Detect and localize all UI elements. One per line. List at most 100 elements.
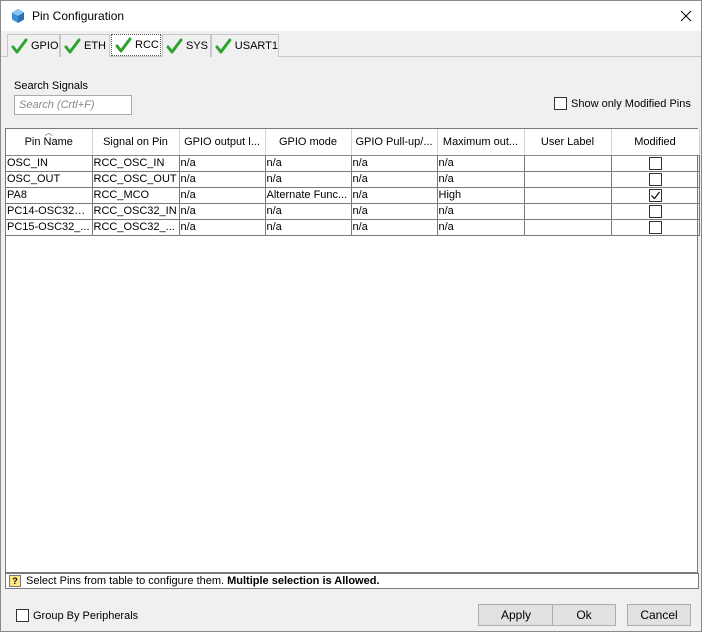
column-header-max-output-speed[interactable]: Maximum out... <box>437 129 525 156</box>
pin-table: ︿ Pin Name Signal on Pin GPIO output l...… <box>5 128 700 573</box>
group-by-peripherals-label: Group By Peripherals <box>33 609 139 622</box>
check-icon <box>166 38 183 53</box>
cell-modified[interactable] <box>611 171 700 188</box>
column-header-pin-name[interactable]: ︿ Pin Name <box>6 129 93 156</box>
show-modified-toggle[interactable]: Show only Modified Pins <box>554 97 691 110</box>
modified-checkbox[interactable] <box>648 172 662 186</box>
column-header-user-label[interactable]: User Label <box>524 129 612 156</box>
search-input[interactable] <box>14 95 132 115</box>
cell-user-label[interactable] <box>524 203 612 220</box>
column-header-pull[interactable]: GPIO Pull-up/... <box>351 129 438 156</box>
modified-checkbox[interactable] <box>648 220 662 234</box>
cell-user-label[interactable] <box>524 171 612 188</box>
apply-button[interactable]: Apply <box>478 604 554 626</box>
tab-gpio[interactable]: GPIO <box>7 34 60 57</box>
cell-user-label[interactable] <box>524 187 612 204</box>
tab-label: USART1 <box>234 40 278 52</box>
cell-pin[interactable]: PA8 <box>6 187 93 204</box>
modified-checkbox[interactable] <box>648 156 662 170</box>
cell-output[interactable]: n/a <box>179 155 266 172</box>
cell-mode[interactable]: n/a <box>265 171 352 188</box>
group-by-peripherals-checkbox[interactable] <box>16 609 29 622</box>
modified-checkbox[interactable] <box>648 188 662 202</box>
cell-pull[interactable]: n/a <box>351 187 438 204</box>
cell-output[interactable]: n/a <box>179 203 266 220</box>
cell-pull[interactable]: n/a <box>351 219 438 236</box>
show-modified-label: Show only Modified Pins <box>571 97 691 110</box>
cell-user-label[interactable] <box>524 219 612 236</box>
table-row[interactable]: PC14-OSC32_IN RCC_OSC32_IN n/a n/a n/a n… <box>6 203 700 220</box>
tab-label: SYS <box>186 40 209 52</box>
cell-output[interactable]: n/a <box>179 171 266 188</box>
cell-modified[interactable] <box>611 219 700 236</box>
cancel-button[interactable]: Cancel <box>627 604 691 626</box>
dialog-footer: Group By Peripherals Apply Ok Cancel <box>1 599 701 629</box>
show-modified-checkbox[interactable] <box>554 97 567 110</box>
tab-usart1[interactable]: USART1 <box>211 34 279 57</box>
cell-pin[interactable]: OSC_OUT <box>6 171 93 188</box>
rcc-panel: Search Signals Show only Modified Pins ︿… <box>3 58 700 589</box>
cell-output[interactable]: n/a <box>179 219 266 236</box>
group-by-peripherals-toggle[interactable]: Group By Peripherals <box>16 609 138 622</box>
tab-label: ETH <box>84 40 106 52</box>
cell-modified[interactable] <box>611 187 700 204</box>
table-row[interactable]: PC15-OSC32_... RCC_OSC32_... n/a n/a n/a… <box>6 219 700 236</box>
pin-configuration-dialog: Pin Configuration GPIO ETH RCC SYS USART… <box>0 0 702 632</box>
cell-pull[interactable]: n/a <box>351 155 438 172</box>
check-icon <box>115 37 132 52</box>
check-icon <box>11 38 28 53</box>
cell-speed[interactable]: n/a <box>437 171 525 188</box>
tab-eth[interactable]: ETH <box>60 34 110 57</box>
cell-mode[interactable]: n/a <box>265 203 352 220</box>
cell-speed[interactable]: n/a <box>437 155 525 172</box>
close-icon <box>680 10 692 22</box>
tab-bar: GPIO ETH RCC SYS USART1 <box>1 34 701 57</box>
window-title: Pin Configuration <box>32 9 125 23</box>
modified-checkbox[interactable] <box>648 204 662 218</box>
cell-speed[interactable]: High <box>437 187 525 204</box>
cell-signal[interactable]: RCC_MCO <box>92 187 180 204</box>
column-header-modified[interactable]: Modified <box>611 129 700 156</box>
cell-mode[interactable]: n/a <box>265 219 352 236</box>
status-bar: ? Select Pins from table to configure th… <box>5 573 699 589</box>
table-header-row: ︿ Pin Name Signal on Pin GPIO output l...… <box>6 129 700 156</box>
cell-speed[interactable]: n/a <box>437 219 525 236</box>
close-button[interactable] <box>671 1 701 31</box>
tab-rcc[interactable]: RCC <box>111 34 161 56</box>
status-text: Select Pins from table to configure them… <box>26 575 225 587</box>
sort-ascending-icon: ︿ <box>44 129 53 137</box>
check-icon <box>64 38 81 53</box>
cell-speed[interactable]: n/a <box>437 203 525 220</box>
table-row[interactable]: OSC_OUT RCC_OSC_OUT n/a n/a n/a n/a <box>6 171 700 188</box>
cell-modified[interactable] <box>611 203 700 220</box>
cell-mode[interactable]: n/a <box>265 155 352 172</box>
cell-user-label[interactable] <box>524 155 612 172</box>
help-icon: ? <box>9 575 21 587</box>
cube-icon <box>10 8 26 24</box>
cell-pin[interactable]: PC15-OSC32_... <box>6 219 93 236</box>
cell-signal[interactable]: RCC_OSC_OUT <box>92 171 180 188</box>
cell-pull[interactable]: n/a <box>351 171 438 188</box>
check-icon <box>215 38 232 53</box>
column-header-gpio-output[interactable]: GPIO output l... <box>179 129 266 156</box>
column-header-gpio-mode[interactable]: GPIO mode <box>265 129 352 156</box>
table-row[interactable]: OSC_IN RCC_OSC_IN n/a n/a n/a n/a <box>6 155 700 172</box>
search-label: Search Signals <box>14 80 88 92</box>
cell-mode[interactable]: Alternate Func... <box>265 187 352 204</box>
ok-button[interactable]: Ok <box>552 604 616 626</box>
cell-signal[interactable]: RCC_OSC32_IN <box>92 203 180 220</box>
checkmark-icon <box>650 191 660 199</box>
tab-sys[interactable]: SYS <box>162 34 211 57</box>
cell-pin[interactable]: OSC_IN <box>6 155 93 172</box>
table-row[interactable]: PA8 RCC_MCO n/a Alternate Func... n/a Hi… <box>6 187 700 204</box>
cell-signal[interactable]: RCC_OSC32_... <box>92 219 180 236</box>
tab-label: RCC <box>135 39 159 51</box>
cell-signal[interactable]: RCC_OSC_IN <box>92 155 180 172</box>
cell-output[interactable]: n/a <box>179 187 266 204</box>
tab-label: GPIO <box>31 40 59 52</box>
cell-pin[interactable]: PC14-OSC32_IN <box>6 203 93 220</box>
cell-pull[interactable]: n/a <box>351 203 438 220</box>
title-bar: Pin Configuration <box>1 1 701 31</box>
column-header-signal[interactable]: Signal on Pin <box>92 129 180 156</box>
cell-modified[interactable] <box>611 155 700 172</box>
